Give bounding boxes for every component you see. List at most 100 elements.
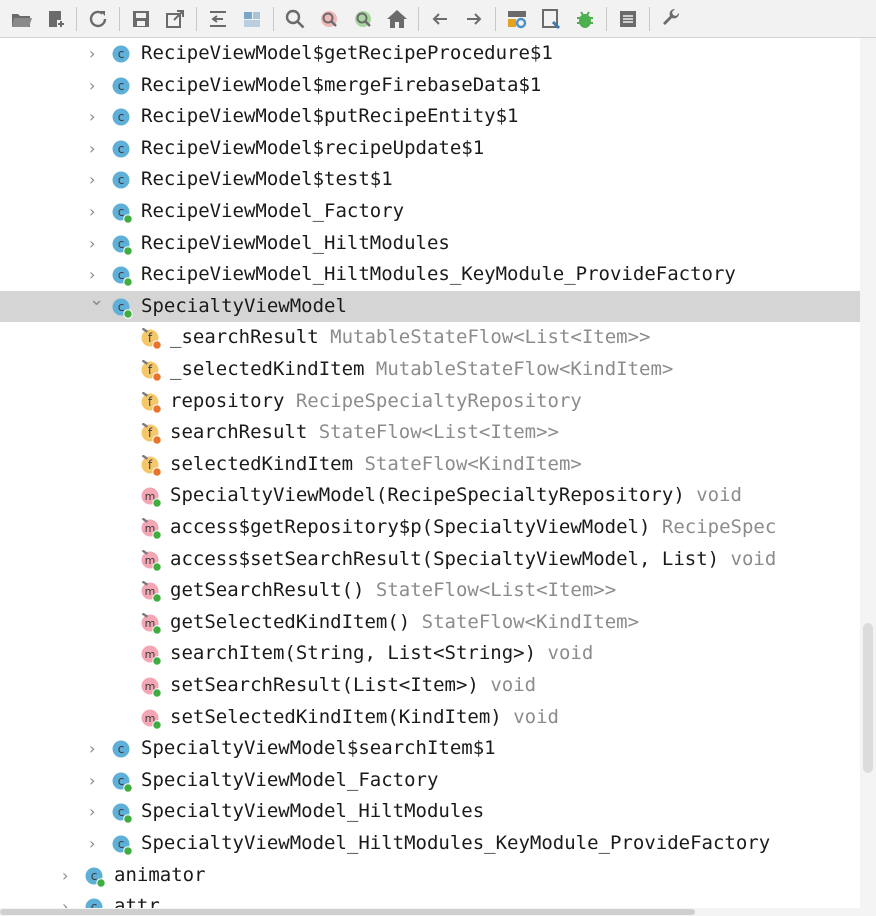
class-icon: c bbox=[112, 45, 130, 63]
type-signature: StateFlow<KindItem> bbox=[421, 610, 640, 633]
public-method-icon: m bbox=[141, 487, 162, 509]
add-file-button[interactable] bbox=[40, 4, 70, 34]
module-icon bbox=[244, 11, 260, 27]
module-button[interactable] bbox=[237, 4, 267, 34]
public-class-icon: c bbox=[112, 772, 133, 793]
tree-node-row[interactable]: › c SpecialtyViewModel$searchItem$1 bbox=[0, 733, 860, 765]
tree-member-row[interactable]: f _selectedKindItem MutableStateFlow<Kind… bbox=[0, 354, 860, 386]
list-button[interactable] bbox=[613, 4, 643, 34]
tree-node-label: RecipeViewModel$test$1 bbox=[141, 168, 393, 191]
find-usages-button[interactable] bbox=[314, 4, 344, 34]
wrench-button[interactable] bbox=[656, 4, 686, 34]
vertical-scrollbar[interactable] bbox=[860, 38, 876, 908]
chevron-right-icon[interactable]: › bbox=[89, 46, 99, 62]
chevron-right-icon[interactable]: › bbox=[89, 172, 99, 188]
open-folder-button[interactable] bbox=[6, 4, 36, 34]
forward-arrow-button[interactable] bbox=[459, 4, 489, 34]
bookmark-button[interactable] bbox=[536, 4, 566, 34]
tree-node-row[interactable]: › c RecipeViewModel$recipeUpdate$1 bbox=[0, 133, 860, 165]
tree-node-row[interactable]: › c SpecialtyViewModel_HiltModules_KeyModu… bbox=[0, 828, 860, 860]
svg-text:c: c bbox=[118, 837, 125, 851]
chevron-right-icon[interactable]: › bbox=[62, 867, 72, 883]
bug-button[interactable] bbox=[570, 4, 600, 34]
tree-node-row[interactable]: › c RecipeViewModel$getRecipeProcedure$1 bbox=[0, 38, 860, 70]
find-usages-icon bbox=[321, 10, 337, 27]
chevron-right-icon[interactable]: › bbox=[89, 741, 99, 757]
save-button[interactable] bbox=[126, 4, 156, 34]
svg-text:c: c bbox=[118, 237, 125, 251]
toolbar-separator bbox=[606, 6, 607, 31]
method-icon: m bbox=[141, 581, 162, 603]
tree-node-label: RecipeViewModel$mergeFirebaseData$1 bbox=[141, 73, 542, 96]
chevron-down-icon[interactable]: ⌄ bbox=[89, 290, 104, 308]
chevron-right-icon[interactable]: › bbox=[89, 140, 99, 156]
tree-node-label: SpecialtyViewModel_HiltModules bbox=[141, 800, 485, 823]
search-button[interactable] bbox=[280, 4, 310, 34]
chevron-right-icon[interactable]: › bbox=[89, 109, 99, 125]
collapse-button[interactable] bbox=[203, 4, 233, 34]
horizontal-scrollbar-thumb[interactable] bbox=[0, 909, 695, 915]
tree-member-row[interactable]: m SpecialtyViewModel(RecipeSpecialtyRepos… bbox=[0, 480, 860, 512]
export-button[interactable] bbox=[160, 4, 190, 34]
tree-member-row[interactable]: m access$getRepository$p(SpecialtyViewMod… bbox=[0, 512, 860, 544]
svg-text:c: c bbox=[118, 173, 125, 187]
tree-node-row[interactable]: › c RecipeViewModel$mergeFirebaseData$1 bbox=[0, 70, 860, 102]
chevron-right-icon[interactable]: › bbox=[89, 804, 99, 820]
tree-node-row[interactable]: › c RecipeViewModel$putRecipeEntity$1 bbox=[0, 101, 860, 133]
chevron-right-icon[interactable]: › bbox=[89, 772, 99, 788]
tree-node-row[interactable]: › c RecipeViewModel_Factory bbox=[0, 196, 860, 228]
settings-network-button[interactable] bbox=[502, 4, 532, 34]
tree-member-row[interactable]: f _searchResult MutableStateFlow<List<Ite… bbox=[0, 322, 860, 354]
tree-member-row[interactable]: m getSearchResult() StateFlow<List<Item>> bbox=[0, 575, 860, 607]
tree-member-row[interactable]: m setSearchResult(List<Item>) void bbox=[0, 670, 860, 702]
vertical-scrollbar-thumb[interactable] bbox=[863, 623, 873, 773]
back-arrow-button[interactable] bbox=[425, 4, 455, 34]
tree-node-row[interactable]: › c SpecialtyViewModel_Factory bbox=[0, 765, 860, 797]
type-signature: RecipeSpec bbox=[661, 516, 777, 538]
chevron-right-icon[interactable]: › bbox=[89, 235, 99, 251]
tree-node-row[interactable]: › c RecipeViewModel$test$1 bbox=[0, 164, 860, 196]
tree-node-label: setSearchResult(List<Item>) void bbox=[170, 674, 537, 696]
tree-node-label: getSearchResult() StateFlow<List<Item>> bbox=[170, 579, 617, 602]
type-signature: StateFlow<List<Item>> bbox=[375, 579, 617, 602]
chevron-right-icon[interactable]: › bbox=[89, 77, 99, 93]
tree-member-row[interactable]: m getSelectedKindItem() StateFlow<KindIte… bbox=[0, 607, 860, 639]
tree-node-row[interactable]: › c RecipeViewModel_HiltModules bbox=[0, 228, 860, 260]
tree-node-row[interactable]: › c RecipeViewModel_HiltModules_KeyModule_… bbox=[0, 259, 860, 291]
type-signature: void bbox=[547, 642, 594, 665]
tree-node-label: repository RecipeSpecialtyRepository bbox=[170, 389, 582, 412]
save-icon bbox=[133, 10, 149, 27]
tree-node-label: access$getRepository$p(SpecialtyViewMode… bbox=[170, 516, 777, 538]
back-arrow-icon bbox=[432, 12, 447, 25]
tree-node-row[interactable]: › c animator bbox=[0, 860, 860, 892]
tree-node-label: attr bbox=[114, 895, 160, 908]
tree-node-row[interactable]: ›cattr bbox=[0, 891, 860, 908]
type-signature: MutableStateFlow<KindItem> bbox=[375, 358, 674, 380]
tree-node-label: RecipeViewModel$recipeUpdate$1 bbox=[141, 136, 485, 159]
tree-member-row[interactable]: f selectedKindItem StateFlow<KindItem> bbox=[0, 449, 860, 481]
svg-text:c: c bbox=[91, 869, 98, 883]
public-class-icon: c bbox=[112, 803, 133, 825]
public-class-icon: c bbox=[112, 298, 133, 319]
public-method-icon: m bbox=[141, 709, 162, 730]
class-icon: c bbox=[112, 740, 130, 758]
chevron-right-icon[interactable]: › bbox=[89, 267, 99, 283]
find-green-button[interactable] bbox=[348, 4, 378, 34]
svg-text:c: c bbox=[118, 47, 125, 61]
tree-member-row[interactable]: m setSelectedKindItem(KindItem) void bbox=[0, 702, 860, 734]
chevron-right-icon[interactable]: › bbox=[89, 204, 99, 220]
tree-member-row[interactable]: f searchResult StateFlow<List<Item>> bbox=[0, 417, 860, 449]
tree-node-row[interactable]: ⌄ c SpecialtyViewModel bbox=[0, 290, 860, 323]
refresh-button[interactable] bbox=[83, 4, 113, 34]
chevron-right-icon[interactable]: › bbox=[89, 836, 99, 852]
tree-node-row[interactable]: › c SpecialtyViewModel_HiltModules bbox=[0, 796, 860, 828]
tree-member-row[interactable]: f repository RecipeSpecialtyRepository bbox=[0, 386, 860, 418]
tree-member-row[interactable]: m access$setSearchResult(SpecialtyViewMod… bbox=[0, 544, 860, 576]
tree-node-label: SpecialtyViewModel(RecipeSpecialtyReposi… bbox=[170, 484, 742, 507]
horizontal-scrollbar[interactable] bbox=[0, 908, 876, 916]
svg-text:c: c bbox=[118, 774, 125, 788]
toolbar-separator bbox=[196, 6, 197, 31]
type-signature: StateFlow<List<Item>> bbox=[318, 421, 559, 444]
home-button[interactable] bbox=[382, 4, 412, 34]
tree-member-row[interactable]: m searchItem(String, List<String>) void bbox=[0, 638, 860, 670]
